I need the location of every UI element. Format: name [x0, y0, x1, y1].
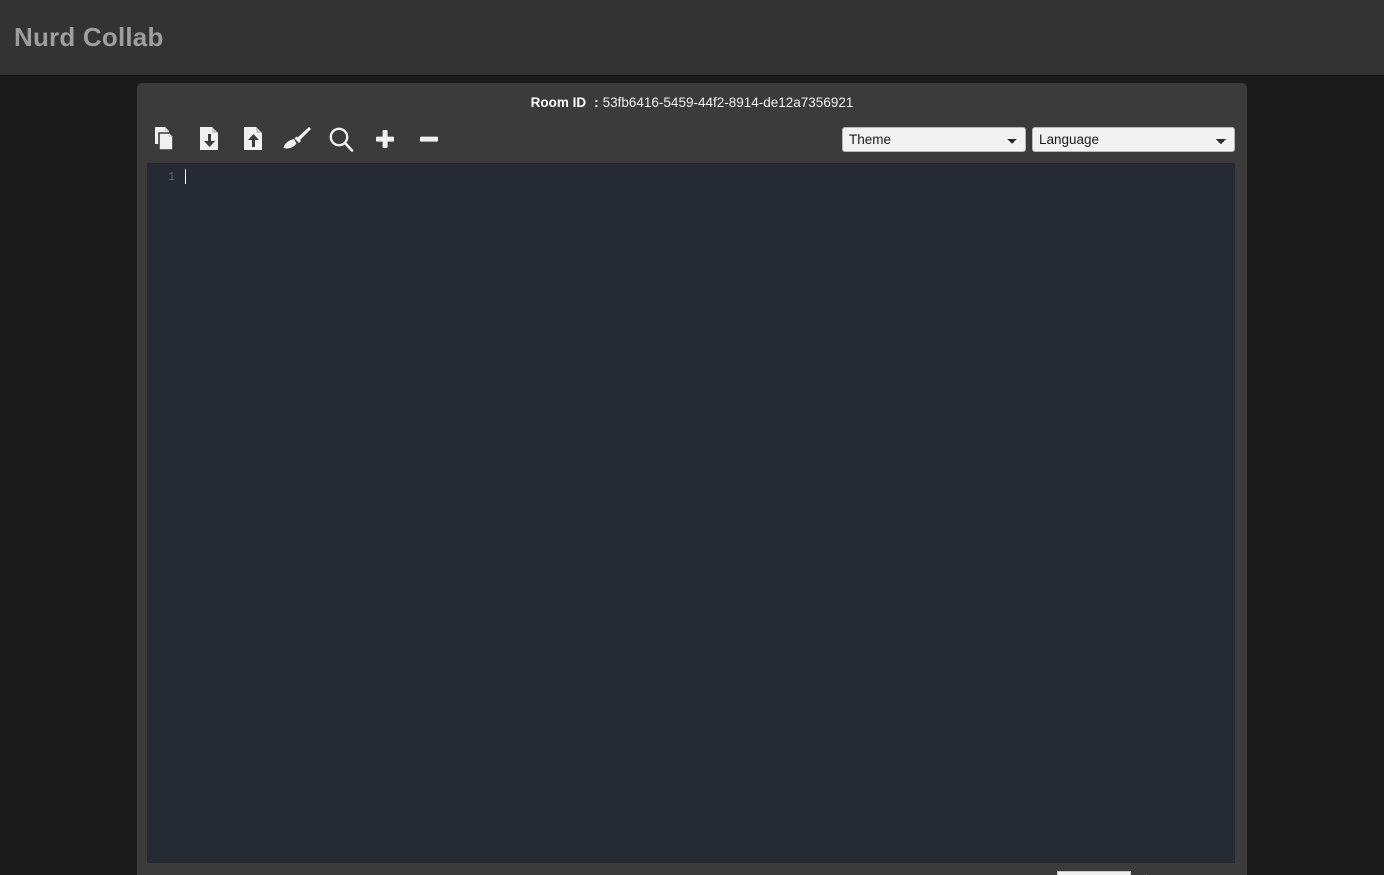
download-file-icon	[197, 126, 221, 152]
upload-file-button[interactable]	[236, 122, 270, 156]
code-line	[185, 169, 1235, 186]
toolbar-select-group: Theme Language	[842, 126, 1235, 152]
toolbar-icon-group	[148, 122, 446, 156]
clear-button[interactable]	[280, 122, 314, 156]
app-title: Nurd Collab	[14, 22, 164, 52]
code-area[interactable]	[175, 163, 1235, 863]
playback-bar: Playback speed	[137, 863, 1247, 875]
language-select[interactable]: Language	[1032, 126, 1235, 152]
line-number: 1	[168, 171, 175, 184]
search-icon	[327, 125, 355, 153]
decrease-font-button[interactable]	[412, 122, 446, 156]
download-file-button[interactable]	[192, 122, 226, 156]
editor-toolbar: Theme Language	[137, 115, 1247, 163]
app-header: Nurd Collab	[0, 0, 1384, 76]
upload-file-icon	[241, 126, 265, 152]
increase-font-button[interactable]	[368, 122, 402, 156]
playback-speed-input[interactable]	[1057, 871, 1131, 875]
room-id-label: Room ID	[530, 94, 587, 110]
page-body: Room ID : 53fb6416-5459-44f2-8914-de12a7…	[0, 76, 1384, 875]
play-button[interactable]	[1139, 869, 1165, 875]
copy-icon	[153, 126, 177, 152]
room-id-separator: :	[594, 94, 599, 110]
copy-button[interactable]	[148, 122, 182, 156]
code-editor[interactable]: 1	[147, 163, 1235, 863]
search-button[interactable]	[324, 122, 358, 156]
minus-icon	[416, 126, 442, 152]
editor-panel: Room ID : 53fb6416-5459-44f2-8914-de12a7…	[137, 83, 1247, 875]
broom-icon	[282, 125, 312, 153]
theme-select[interactable]: Theme	[842, 126, 1026, 152]
stop-button[interactable]	[1207, 869, 1233, 875]
room-id-bar: Room ID : 53fb6416-5459-44f2-8914-de12a7…	[137, 83, 1247, 115]
line-number-gutter: 1	[147, 163, 175, 863]
plus-icon	[372, 126, 398, 152]
room-id-value[interactable]: 53fb6416-5459-44f2-8914-de12a7356921	[603, 95, 854, 110]
pause-button[interactable]	[1173, 869, 1199, 875]
text-cursor	[185, 169, 186, 184]
